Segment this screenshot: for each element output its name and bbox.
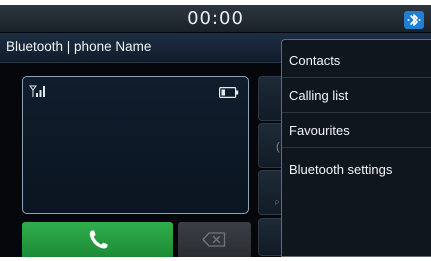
menu-item-bluetooth-settings[interactable]: Bluetooth settings: [282, 153, 431, 187]
menu-item-favourites[interactable]: Favourites: [282, 114, 431, 148]
menu-item-calling-list[interactable]: Calling list: [282, 79, 431, 113]
status-bar: 00:00: [0, 5, 431, 32]
menu-item-label: Calling list: [289, 88, 349, 103]
status-clock: 00:00: [187, 8, 244, 29]
call-button[interactable]: [22, 222, 173, 257]
phone-handset-icon: [89, 230, 108, 249]
menu-item-label: Bluetooth settings: [289, 162, 393, 177]
delete-button[interactable]: [178, 222, 251, 257]
phone-display-panel: [22, 76, 249, 214]
signal-strength-icon: [29, 85, 45, 97]
menu-item-label: Favourites: [289, 123, 350, 138]
menu-item-contacts[interactable]: Contacts: [282, 44, 431, 78]
keypad-key-glyph: P: [275, 201, 280, 207]
keypad-key-glyph: (: [276, 141, 280, 153]
menu-item-label: Contacts: [289, 53, 341, 68]
page-title: Bluetooth | phone Name: [6, 39, 152, 54]
battery-icon: [219, 87, 239, 98]
bluetooth-icon: [404, 11, 424, 29]
car-infotainment-screen: 00:00 Bluetooth | phone Name (P Contact…: [0, 0, 431, 261]
backspace-icon: [202, 232, 226, 247]
bottom-margin: [0, 257, 431, 261]
options-dropdown-menu: Contacts Calling list Favourites Bluetoo…: [281, 39, 431, 257]
